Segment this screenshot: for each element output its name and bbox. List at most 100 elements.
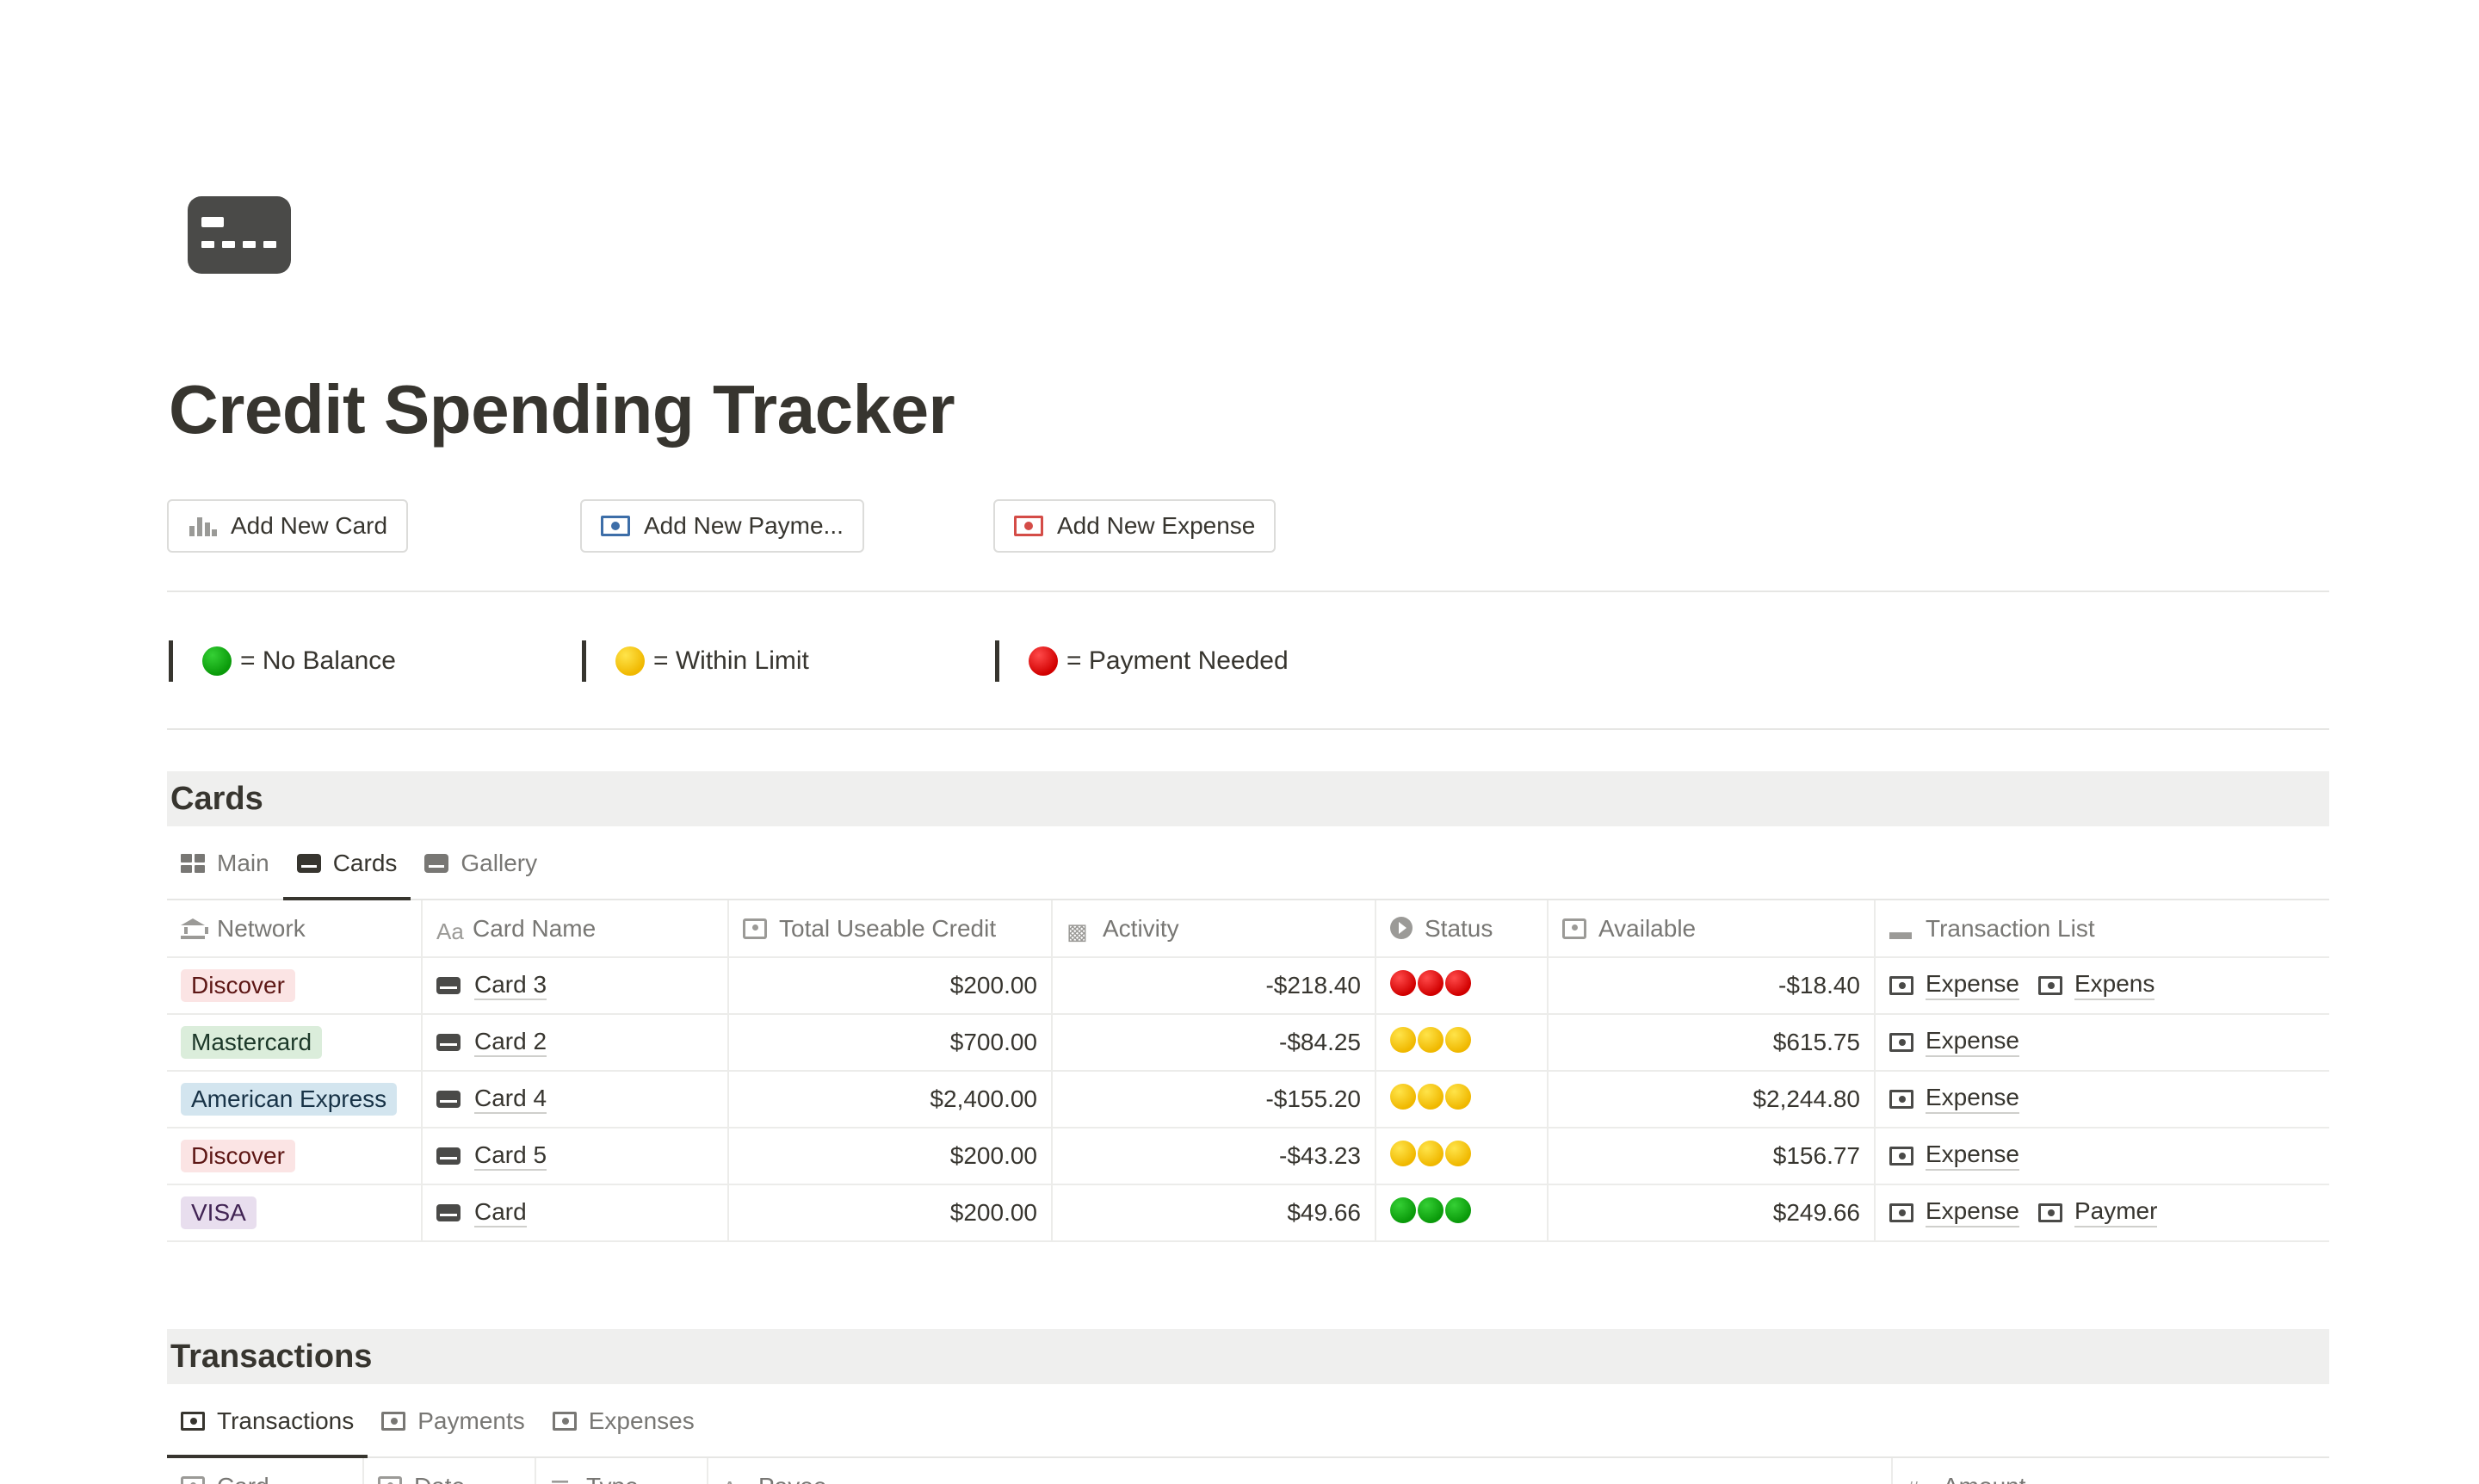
money-icon <box>552 1412 577 1431</box>
available-cell[interactable]: -$18.40 <box>1548 957 1876 1015</box>
money-icon <box>2037 975 2062 995</box>
credit-card-icon[interactable] <box>188 196 291 274</box>
column-header-transaction-list[interactable]: ▬ Transaction List <box>1875 900 2329 958</box>
available-cell[interactable]: $615.75 <box>1548 1014 1876 1072</box>
yellow-circle-icon <box>1418 1026 1444 1053</box>
activity-cell[interactable]: -$84.25 <box>1052 1014 1376 1072</box>
column-header-activity[interactable]: ▩ Activity <box>1052 900 1376 958</box>
column-header-amount[interactable]: #Amount <box>1892 1458 2329 1484</box>
tab-transactions[interactable]: Transactions <box>167 1386 368 1458</box>
available-cell[interactable]: $249.66 <box>1548 1184 1876 1242</box>
tab-payments[interactable]: Payments <box>368 1386 539 1456</box>
transaction-list-cell[interactable]: Expense Paymer <box>1875 1184 2329 1242</box>
status-cell[interactable] <box>1376 1128 1549 1185</box>
tab-main[interactable]: Main <box>167 828 283 899</box>
network-tag: Discover <box>181 1140 295 1172</box>
column-header-network[interactable]: Network <box>167 900 423 958</box>
play-circle-icon <box>1390 916 1413 939</box>
credit-card-icon <box>436 1204 461 1221</box>
column-header-status[interactable]: Status <box>1376 900 1549 958</box>
card-link[interactable]: Card 3 <box>436 971 547 1001</box>
status-cell[interactable] <box>1376 1014 1549 1072</box>
money-icon <box>1889 1146 1913 1166</box>
total-credit-cell[interactable]: $200.00 <box>728 1184 1053 1242</box>
transaction-list-cell[interactable]: Expense Expens <box>1875 957 2329 1015</box>
credit-card-icon <box>436 977 461 994</box>
column-header-type[interactable]: ☰Type <box>535 1458 708 1484</box>
card-link[interactable]: Card 2 <box>436 1028 547 1058</box>
table-row[interactable]: Discover Card 3 $200.00 -$218.40 -$18.40 Expe… <box>167 957 2329 1015</box>
divider <box>167 591 2329 592</box>
column-header-total-useable-credit[interactable]: Total Useable Credit <box>728 900 1053 958</box>
card-name-cell[interactable]: Card 2 <box>422 1014 729 1072</box>
transaction-link[interactable]: Paymer <box>2037 1197 2158 1227</box>
table-row[interactable]: Discover Card 5 $200.00 -$43.23 $156.77 Expen… <box>167 1128 2329 1185</box>
network-cell[interactable]: Mastercard <box>167 1014 423 1072</box>
column-header-date[interactable]: Date <box>363 1458 536 1484</box>
tab-expenses[interactable]: Expenses <box>539 1386 708 1456</box>
table-row[interactable]: American Express Card 4 $2,400.00 -$155.20 $… <box>167 1071 2329 1128</box>
table-row[interactable]: VISA Card $200.00 $49.66 $249.66 Expense Payme… <box>167 1184 2329 1242</box>
red-circle-icon <box>1418 969 1444 996</box>
column-header-card[interactable]: Card <box>167 1458 364 1484</box>
add-new-payment-button[interactable]: Add New Payme... <box>580 499 864 553</box>
network-cell[interactable]: Discover <box>167 957 423 1015</box>
column-header-card-name[interactable]: Aa Card Name <box>422 900 729 958</box>
money-icon <box>1889 1089 1913 1109</box>
yellow-circle-icon <box>615 646 645 676</box>
transaction-link[interactable]: Expense <box>1889 1141 2019 1171</box>
status-indicator <box>1390 1140 1471 1166</box>
network-cell[interactable]: American Express <box>167 1071 423 1128</box>
card-link[interactable]: Card 5 <box>436 1141 547 1172</box>
tab-label: Expenses <box>588 1407 695 1434</box>
status-cell[interactable] <box>1376 1071 1549 1128</box>
money-icon <box>2037 1203 2062 1222</box>
transaction-link[interactable]: Expense <box>1889 970 2019 1000</box>
card-name-cell[interactable]: Card 3 <box>422 957 729 1015</box>
column-header-available[interactable]: Available <box>1548 900 1876 958</box>
credit-card-icon <box>436 1147 461 1165</box>
activity-cell[interactable]: -$43.23 <box>1052 1128 1376 1185</box>
cards-section-title: Cards <box>167 771 2329 826</box>
transaction-link[interactable]: Expens <box>2037 970 2155 1000</box>
legend-no-balance: = No Balance <box>169 640 396 682</box>
card-name-cell[interactable]: Card 5 <box>422 1128 729 1185</box>
select-icon: ☰ <box>550 1478 574 1484</box>
transaction-link[interactable]: Expense <box>1889 1027 2019 1057</box>
available-cell[interactable]: $2,244.80 <box>1548 1071 1876 1128</box>
total-credit-cell[interactable]: $200.00 <box>728 1128 1053 1185</box>
total-credit-cell[interactable]: $2,400.00 <box>728 1071 1053 1128</box>
card-link[interactable]: Card <box>436 1198 527 1228</box>
legend-label: = Within Limit <box>653 646 809 675</box>
add-new-expense-button[interactable]: Add New Expense <box>993 499 1277 553</box>
card-link[interactable]: Card 4 <box>436 1085 547 1115</box>
add-new-card-button[interactable]: Add New Card <box>167 499 409 553</box>
bar-chart-icon <box>188 516 217 536</box>
cards-view-tabs: Main Cards Gallery <box>167 828 2329 900</box>
network-cell[interactable]: Discover <box>167 1128 423 1185</box>
transaction-list-cell[interactable]: Expense <box>1875 1128 2329 1185</box>
table-row[interactable]: Mastercard Card 2 $700.00 -$84.25 $615.75 Exp… <box>167 1014 2329 1072</box>
status-cell[interactable] <box>1376 1184 1549 1242</box>
card-name-cell[interactable]: Card <box>422 1184 729 1242</box>
text-type-icon: Aa <box>722 1478 750 1484</box>
available-cell[interactable]: $156.77 <box>1548 1128 1876 1185</box>
column-header-payee[interactable]: AaPayee <box>708 1458 1893 1484</box>
transaction-link[interactable]: Expense <box>1889 1197 2019 1227</box>
status-cell[interactable] <box>1376 957 1549 1015</box>
network-cell[interactable]: VISA <box>167 1184 423 1242</box>
activity-cell[interactable]: -$155.20 <box>1052 1071 1376 1128</box>
credit-card-icon <box>436 1034 461 1051</box>
yellow-circle-icon <box>1390 1083 1416 1110</box>
total-credit-cell[interactable]: $700.00 <box>728 1014 1053 1072</box>
total-credit-cell[interactable]: $200.00 <box>728 957 1053 1015</box>
transaction-link[interactable]: Expense <box>1889 1084 2019 1114</box>
tab-cards[interactable]: Cards <box>282 828 411 900</box>
tab-gallery[interactable]: Gallery <box>411 828 551 899</box>
activity-cell[interactable]: $49.66 <box>1052 1184 1376 1242</box>
card-name-cell[interactable]: Card 4 <box>422 1071 729 1128</box>
transaction-list-cell[interactable]: Expense <box>1875 1071 2329 1128</box>
transaction-list-cell[interactable]: Expense <box>1875 1014 2329 1072</box>
yellow-circle-icon <box>1445 1083 1471 1110</box>
activity-cell[interactable]: -$218.40 <box>1052 957 1376 1015</box>
